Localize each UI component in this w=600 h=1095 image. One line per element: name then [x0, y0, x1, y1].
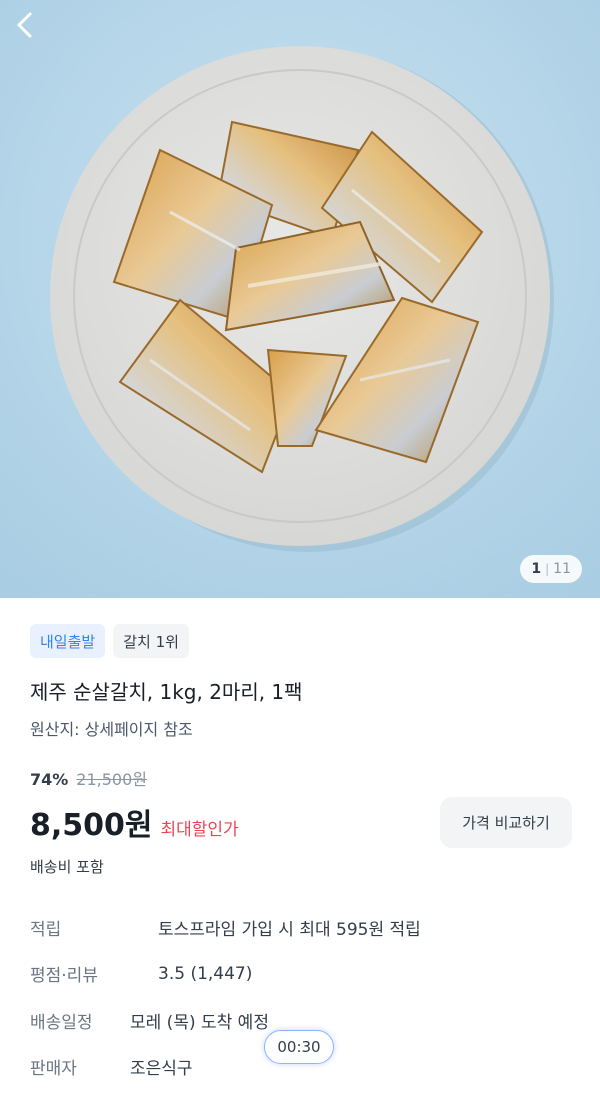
info-label-seller: 판매자 — [30, 1059, 77, 1079]
discount-row: 74% 21,500원 — [30, 766, 147, 790]
product-photo — [0, 0, 600, 598]
image-counter: 1 | 11 — [520, 555, 582, 583]
info-value-seller[interactable]: 조은식구 — [130, 1054, 193, 1079]
product-title: 제주 순살갈치, 1kg, 2마리, 1팩 — [30, 680, 303, 704]
info-row-seller: 판매자 조은식구 — [30, 1054, 193, 1079]
image-counter-divider: | — [545, 562, 550, 576]
timer-badge: 00:30 — [264, 1030, 334, 1064]
info-row-delivery: 배송일정 모레 (목) 도착 예정 — [30, 1008, 269, 1033]
info-row-rating: 평점·리뷰 3.5 (1,447) — [30, 961, 252, 987]
badge-list: 내일출발 갈치 1위 — [30, 624, 189, 658]
info-label-rating: 평점·리뷰 — [30, 966, 98, 986]
price-row: 8,500원 최대할인가 — [30, 800, 239, 844]
info-value-points[interactable]: 토스프라임 가입 시 최대 595원 적립 — [158, 915, 421, 940]
max-discount-label: 최대할인가 — [160, 820, 239, 840]
sale-price: 8,500원 — [30, 808, 153, 843]
info-row-points: 적립 토스프라임 가입 시 최대 595원 적립 — [30, 915, 421, 940]
info-value-rating[interactable]: 3.5 (1,447) — [158, 964, 252, 984]
product-origin: 원산지: 상세페이지 참조 — [30, 720, 193, 739]
info-value-delivery: 모레 (목) 도착 예정 — [130, 1013, 269, 1033]
back-button[interactable] — [14, 10, 58, 54]
product-image-gallery[interactable]: 1 | 11 — [0, 0, 600, 598]
badge-category-rank: 갈치 1위 — [113, 624, 189, 658]
image-counter-current: 1 — [531, 561, 542, 577]
image-counter-total: 11 — [553, 561, 571, 577]
compare-price-button[interactable]: 가격 비교하기 — [440, 797, 572, 848]
discount-rate: 74% — [30, 770, 69, 789]
original-price: 21,500원 — [76, 770, 148, 789]
badge-next-day-shipping: 내일출발 — [30, 624, 106, 658]
chevron-left-icon — [17, 12, 32, 38]
shipping-info: 배송비 포함 — [30, 858, 104, 876]
info-label-points: 적립 — [30, 920, 62, 940]
info-label-delivery: 배송일정 — [30, 1013, 93, 1033]
